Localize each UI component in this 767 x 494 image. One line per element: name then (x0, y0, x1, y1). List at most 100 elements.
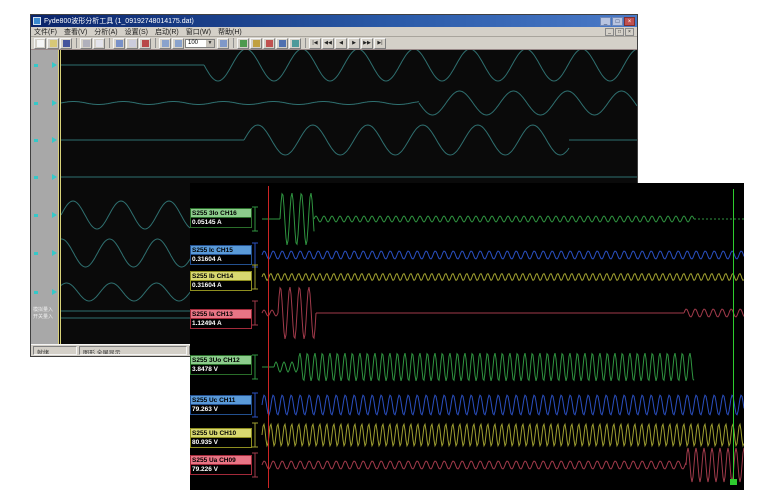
toolbar-separator (305, 38, 306, 48)
harmonic-analysis-button[interactable] (237, 38, 249, 49)
title-bar[interactable]: Fyde800波形分析工具 (1_09192748014175.dat) _□× (31, 15, 637, 27)
window-title: Fyde800波形分析工具 (1_09192748014175.dat) (44, 16, 600, 26)
curve-tool-button[interactable] (289, 38, 301, 49)
play-button[interactable]: ▶ (348, 38, 360, 49)
grid-icon (116, 40, 123, 47)
channel-scale-marker (252, 301, 258, 325)
channel-label[interactable]: S255 Ic CH150.31604 A (190, 245, 252, 265)
green-cursor-handle[interactable] (730, 479, 737, 485)
menu-item-1[interactable]: 查看(V) (64, 27, 87, 37)
channel-scale-marker (252, 423, 258, 447)
channel-marker-arrow-icon[interactable] (52, 137, 57, 143)
preview-button[interactable] (126, 38, 138, 49)
zoom-in-icon (162, 40, 169, 47)
zoom-level-value: 100 (188, 40, 198, 46)
channel-marker-arrow-icon[interactable] (52, 100, 57, 106)
channel-id-tag (34, 252, 38, 255)
desktop: Fyde800波形分析工具 (1_09192748014175.dat) _□×… (0, 0, 767, 494)
step-back-icon: ◀ (339, 41, 343, 46)
channel-value: 79.226 V (190, 465, 252, 475)
rewind-button[interactable]: ◀◀ (322, 38, 334, 49)
channel-label[interactable]: S255 Ib CH140.31604 A (190, 271, 252, 291)
channel-marker-arrow-icon[interactable] (52, 289, 57, 295)
menu-item-3[interactable]: 设置(S) (125, 27, 148, 37)
vector-diagram-button[interactable] (250, 38, 262, 49)
waveform-path (244, 125, 569, 155)
value-list-button[interactable] (276, 38, 288, 49)
grid-view-button[interactable] (113, 38, 125, 49)
channel-marker-arrow-icon[interactable] (52, 212, 57, 218)
waveform-path (280, 193, 314, 245)
channel-name: S255 3Io CH16 (190, 208, 252, 218)
list-icon (279, 40, 286, 47)
go-first-icon: |◀ (312, 41, 317, 46)
waveform-path (262, 310, 278, 316)
time-cursor-yellow[interactable] (60, 50, 61, 346)
copy-button[interactable] (93, 38, 105, 49)
combo-dropdown-icon[interactable]: ▼ (206, 40, 214, 47)
close-button[interactable]: × (624, 17, 635, 26)
channel-scale-marker (252, 355, 258, 379)
curve-icon (292, 40, 299, 47)
menu-item-4[interactable]: 启动(R) (155, 27, 179, 37)
waveform-path (419, 91, 637, 115)
time-cursor-green[interactable] (733, 189, 734, 485)
waveform-path (204, 50, 637, 81)
new-page-icon (37, 40, 44, 47)
channel-marker-arrow-icon[interactable] (52, 250, 57, 256)
rewind-icon: ◀◀ (324, 41, 332, 46)
channel-label[interactable]: S255 Ub CH1080.935 V (190, 428, 252, 448)
channel-scale-marker (252, 393, 258, 417)
zoom-in-button[interactable] (159, 38, 171, 49)
channel-name: S255 Ub CH10 (190, 428, 252, 438)
go-last-button[interactable]: ▶| (374, 38, 386, 49)
waveform-path (684, 309, 744, 317)
sequence-button[interactable] (263, 38, 275, 49)
waveform-path (274, 362, 298, 372)
channel-label[interactable]: S255 Ia CH131.12494 A (190, 309, 252, 329)
save-button[interactable] (60, 38, 72, 49)
mdi-maximize-button[interactable]: □ (615, 28, 624, 36)
menu-item-5[interactable]: 窗口(W) (186, 27, 211, 37)
vector-icon (253, 40, 260, 47)
channel-name: S255 3Uo CH12 (190, 355, 252, 365)
zoom-out-button[interactable] (172, 38, 184, 49)
fault-cursor-red[interactable] (268, 186, 269, 488)
channel-label[interactable]: S255 Ua CH0979.226 V (190, 455, 252, 475)
new-button[interactable] (34, 38, 46, 49)
minimize-button[interactable]: _ (600, 17, 611, 26)
mdi-close-button[interactable]: × (625, 28, 634, 36)
play-icon: ▶ (352, 41, 356, 46)
channel-label[interactable]: S255 Uc CH1179.263 V (190, 395, 252, 415)
channel-sidebar: 模拟量入开关量入 (31, 50, 59, 346)
menu-item-2[interactable]: 分析(A) (94, 27, 117, 37)
status-ready: 就绪 (33, 346, 77, 355)
digital-channel-label: 开关量入 (33, 313, 53, 320)
channel-marker-arrow-icon[interactable] (52, 62, 57, 68)
channel-value: 1.12494 A (190, 319, 252, 329)
apply-zoom-button[interactable] (217, 38, 229, 49)
channel-marker-arrow-icon[interactable] (52, 174, 57, 180)
digital-channel-label: 模拟量入 (33, 306, 53, 313)
go-first-button[interactable]: |◀ (309, 38, 321, 49)
maximize-button[interactable]: □ (612, 17, 623, 26)
analog-waveform-plot[interactable] (190, 183, 744, 490)
open-folder-icon (50, 40, 57, 47)
mdi-minimize-button[interactable]: _ (605, 28, 614, 36)
printer-icon (83, 40, 90, 47)
print-button[interactable] (80, 38, 92, 49)
menu-item-6[interactable]: 帮助(H) (218, 27, 242, 37)
open-button[interactable] (47, 38, 59, 49)
channel-label[interactable]: S255 3Uo CH123.8478 V (190, 355, 252, 375)
channel-label[interactable]: S255 3Io CH160.05145 A (190, 208, 252, 228)
menu-bar: 文件(F) 查看(V) 分析(A) 设置(S) 启动(R) 窗口(W) 帮助(H) _□× (31, 27, 637, 37)
waveform-path (61, 102, 419, 105)
analog-channels-window: S255 3Io CH160.05145 A S255 Ic CH150.3160… (190, 183, 744, 490)
marker-button[interactable] (139, 38, 151, 49)
channel-value: 3.8478 V (190, 365, 252, 375)
step-back-button[interactable]: ◀ (335, 38, 347, 49)
menu-item-0[interactable]: 文件(F) (34, 27, 57, 37)
fast-forward-button[interactable]: ▶▶ (361, 38, 373, 49)
zoom-level-combo[interactable]: 100 ▼ (185, 39, 215, 48)
channel-value: 80.935 V (190, 438, 252, 448)
